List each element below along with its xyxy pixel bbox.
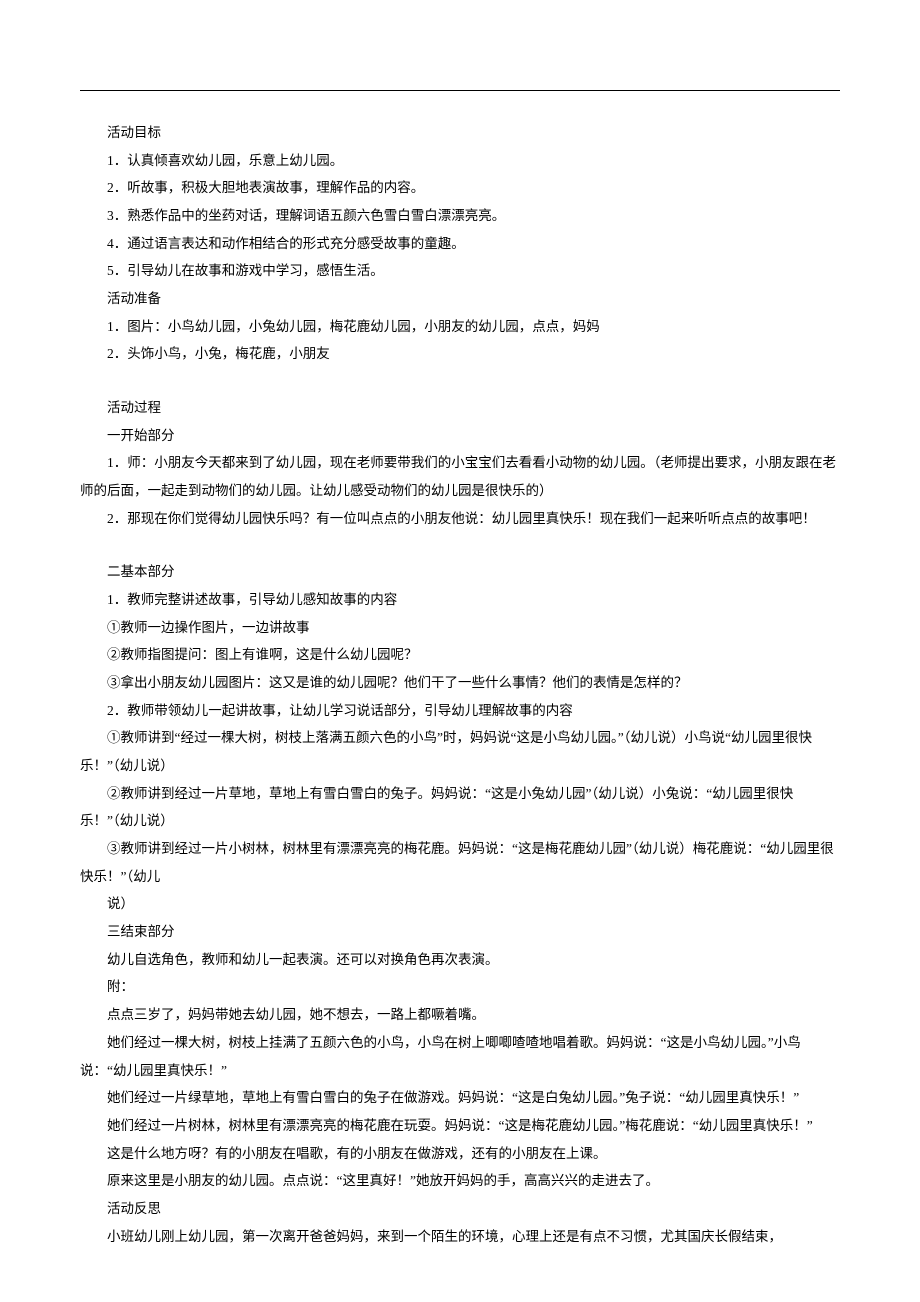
goals-line: 3．熟悉作品中的坐药对话，理解词语五颜六色雪白雪白漂漂亮亮。 [80, 202, 840, 230]
reflection-para: 小班幼儿刚上幼儿园，第一次离开爸爸妈妈，来到一个陌生的环境，心理上还是有点不习惯… [80, 1223, 840, 1251]
part2-para: ③拿出小朋友幼儿园图片：这又是谁的幼儿园呢？他们干了一些什么事情？他们的表情是怎… [80, 669, 840, 697]
appendix-para: 她们经过一片绿草地，草地上有雪白雪白的兔子在做游戏。妈妈说：“这是白兔幼儿园。”… [80, 1084, 840, 1112]
appendix-para: 点点三岁了，妈妈带她去幼儿园，她不想去，一路上都噘着嘴。 [80, 1001, 840, 1029]
goals-line: 4．通过语言表达和动作相结合的形式充分感受故事的童趣。 [80, 230, 840, 258]
section-heading-process: 活动过程 [80, 394, 840, 422]
section-heading-prep: 活动准备 [80, 285, 840, 313]
prep-line: 2．头饰小鸟，小兔，梅花鹿，小朋友 [80, 340, 840, 368]
section-heading-goals: 活动目标 [80, 119, 840, 147]
part3-para: 幼儿自选角色，教师和幼儿一起表演。还可以对换角色再次表演。 [80, 946, 840, 974]
top-rule [80, 90, 840, 91]
appendix-para: 她们经过一片树林，树林里有漂漂亮亮的梅花鹿在玩耍。妈妈说：“这是梅花鹿幼儿园。”… [80, 1112, 840, 1140]
appendix-para: 原来这里是小朋友的幼儿园。点点说：“这里真好！”她放开妈妈的手，高高兴兴的走进去… [80, 1167, 840, 1195]
section-gap [80, 368, 840, 394]
part2-para: 2．教师带领幼儿一起讲故事，让幼儿学习说话部分，引导幼儿理解故事的内容 [80, 697, 840, 725]
goals-line: 1．认真倾喜欢幼儿园，乐意上幼儿园。 [80, 147, 840, 175]
section-heading-appendix: 附： [80, 973, 840, 1001]
subheading-part3: 三结束部分 [80, 918, 840, 946]
appendix-para: 这是什么地方呀？有的小朋友在唱歌，有的小朋友在做游戏，还有的小朋友在上课。 [80, 1140, 840, 1168]
appendix-para: 她们经过一棵大树，树枝上挂满了五颜六色的小鸟，小鸟在树上唧唧喳喳地唱着歌。妈妈说… [80, 1029, 840, 1084]
part2-para: ③教师讲到经过一片小树林，树林里有漂漂亮亮的梅花鹿。妈妈说：“这是梅花鹿幼儿园”… [80, 835, 840, 890]
part2-para: 1．教师完整讲述故事，引导幼儿感知故事的内容 [80, 586, 840, 614]
subheading-part2: 二基本部分 [80, 558, 840, 586]
goals-line: 2．听故事，积极大胆地表演故事，理解作品的内容。 [80, 174, 840, 202]
part2-para: ①教师讲到“经过一棵大树，树枝上落满五颜六色的小鸟”时，妈妈说“这是小鸟幼儿园。… [80, 724, 840, 779]
section-gap [80, 532, 840, 558]
part2-para: ②教师指图提问：图上有谁啊，这是什么幼儿园呢？ [80, 641, 840, 669]
part1-para: 1．师：小朋友今天都来到了幼儿园，现在老师要带我们的小宝宝们去看看小动物的幼儿园… [80, 449, 840, 504]
goals-line: 5．引导幼儿在故事和游戏中学习，感悟生活。 [80, 257, 840, 285]
subheading-part1: 一开始部分 [80, 422, 840, 450]
part2-para: ②教师讲到经过一片草地，草地上有雪白雪白的兔子。妈妈说：“这是小兔幼儿园”（幼儿… [80, 780, 840, 835]
section-heading-reflection: 活动反思 [80, 1195, 840, 1223]
part2-para: 说） [80, 890, 840, 918]
part2-para: ①教师一边操作图片，一边讲故事 [80, 614, 840, 642]
prep-line: 1．图片：小鸟幼儿园，小兔幼儿园，梅花鹿幼儿园，小朋友的幼儿园，点点，妈妈 [80, 313, 840, 341]
document-page: 活动目标 1．认真倾喜欢幼儿园，乐意上幼儿园。 2．听故事，积极大胆地表演故事，… [0, 0, 920, 1290]
part1-para: 2．那现在你们觉得幼儿园快乐吗？有一位叫点点的小朋友他说：幼儿园里真快乐！现在我… [80, 505, 840, 533]
